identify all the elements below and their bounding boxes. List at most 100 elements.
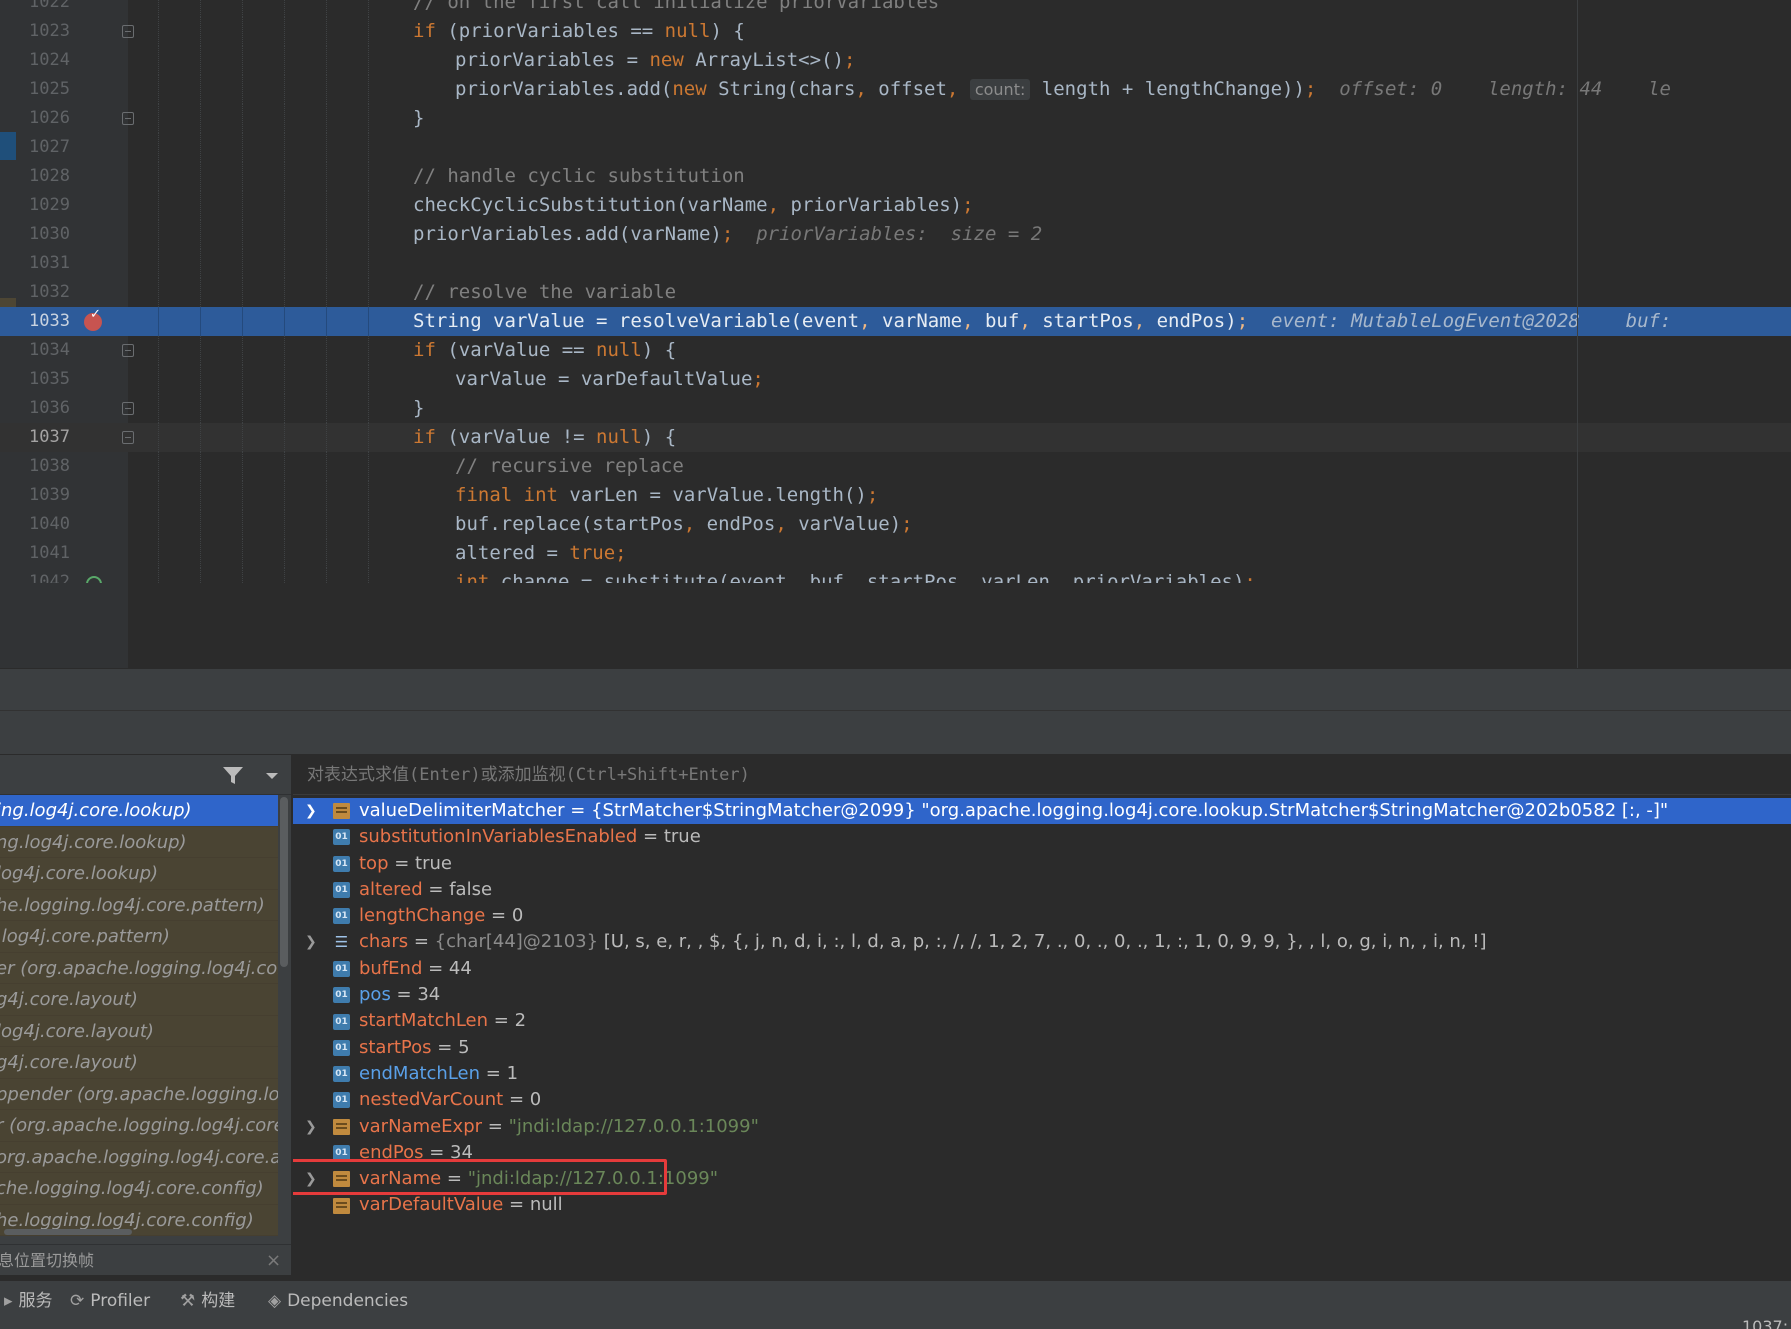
code-line[interactable]: 1023 if (priorVariables == null) { [0, 17, 1791, 46]
variable-row[interactable]: ❯ valueDelimiterMatcher = {StrMatcher$Str… [293, 798, 1791, 825]
code-text[interactable]: if (varValue == null) { [413, 336, 676, 365]
code-text[interactable]: // resolve the variable [413, 278, 676, 307]
code-line[interactable]: 1038 // recursive replace [0, 452, 1791, 481]
code-text[interactable]: if (priorVariables == null) { [413, 17, 745, 46]
panel-splitter[interactable] [0, 668, 1791, 710]
code-line[interactable]: 1039 final int varLen = varValue.length()… [0, 481, 1791, 510]
stack-frame-item[interactable]: ng.log4j.core.lookup) [0, 826, 278, 858]
code-text[interactable]: checkCyclicSubstitution(varName, priorVa… [413, 191, 974, 220]
variable-row[interactable]: 01 bufEnd = 44 [293, 956, 1791, 982]
frames-horizontal-scrollbar[interactable] [0, 1228, 278, 1236]
code-text[interactable]: priorVariables.add(varName); priorVariab… [413, 220, 1042, 249]
stack-frame-item[interactable]: .log4j.core.pattern) [0, 921, 278, 953]
caret-position[interactable]: 1037: [1742, 1317, 1788, 1329]
code-text[interactable]: final int varLen = varValue.length(); [455, 481, 878, 510]
variable-row[interactable]: 01 startMatchLen = 2 [293, 1008, 1791, 1034]
frames-scrollbar[interactable] [278, 795, 290, 1215]
tool-window-build[interactable]: ⚒ 构建 [180, 1281, 235, 1321]
variable-row[interactable]: ❯ varNameExpr = "jndi:ldap://127.0.0.1:10… [293, 1114, 1791, 1140]
code-line[interactable]: 1022 // on the first call initialize prio… [0, 0, 1791, 17]
code-text[interactable]: priorVariables = new ArrayList<>(); [455, 46, 855, 75]
evaluate-expression-input[interactable]: 对表达式求值(Enter)或添加监视(Ctrl+Shift+Enter) [293, 755, 1791, 795]
breakpoint-icon[interactable] [84, 307, 102, 331]
code-text[interactable]: // on the first call initialize priorVar… [413, 0, 939, 17]
code-line[interactable]: 1030 priorVariables.add(varName); priorVa… [0, 220, 1791, 249]
code-text[interactable]: } [413, 104, 424, 133]
code-line[interactable]: 1033 String varValue = resolveVariable(ev… [0, 307, 1791, 336]
code-line[interactable]: 1035 varValue = varDefaultValue; [0, 365, 1791, 394]
code-line[interactable]: 1032 // resolve the variable [0, 278, 1791, 307]
code-line[interactable]: 1037 if (varValue != null) { [0, 423, 1791, 452]
expand-chevron-icon[interactable]: ❯ [305, 798, 319, 824]
stack-frame-item[interactable]: log4j.core.lookup) [0, 858, 278, 890]
code-line[interactable]: 1040 buf.replace(startPos, endPos, varVal… [0, 510, 1791, 539]
code-line[interactable]: 1036} [0, 394, 1791, 423]
variable-row[interactable]: ❯ varName = "jndi:ldap://127.0.0.1:1099" [293, 1166, 1791, 1192]
fold-marker-icon[interactable] [122, 402, 134, 415]
code-text[interactable]: if (varValue != null) { [413, 423, 676, 452]
code-text[interactable]: buf.replace(startPos, endPos, varValue); [455, 510, 913, 539]
code-line[interactable]: 1041 altered = true; [0, 539, 1791, 568]
stack-frame-item[interactable]: g4j.core.layout) [0, 1047, 278, 1079]
close-icon[interactable]: × [266, 1245, 281, 1275]
code-editor[interactable]: 1022 // on the first call initialize prio… [0, 0, 1791, 668]
expand-chevron-icon[interactable]: ❯ [305, 1166, 319, 1192]
variable-row[interactable]: 01 substitutionInVariablesEnabled = true [293, 824, 1791, 850]
stack-frame-item[interactable]: che.logging.log4j.core.config) [0, 1173, 278, 1205]
code-text[interactable]: // recursive replace [455, 452, 684, 481]
code-line[interactable]: 1031 [0, 249, 1791, 278]
primitive-field-icon: 01 [333, 1145, 350, 1161]
stack-frame-item[interactable]: he.logging.log4j.core.pattern) [0, 889, 278, 921]
variable-row[interactable]: 01 top = true [293, 851, 1791, 877]
code-text[interactable]: // handle cyclic substitution [413, 162, 745, 191]
code-line[interactable]: 1028 // handle cyclic substitution [0, 162, 1791, 191]
stack-frame-item[interactable]: ppender (org.apache.logging.log4 [0, 1078, 278, 1110]
primitive-field-icon: 01 [333, 1013, 350, 1030]
variable-name: substitutionInVariablesEnabled [359, 826, 638, 848]
fold-marker-icon[interactable] [122, 25, 134, 38]
code-text[interactable]: int change = substitute(event, buf, star… [455, 568, 1256, 583]
filter-icon[interactable] [220, 763, 246, 787]
variable-row[interactable]: 01 nestedVarCount = 0 [293, 1087, 1791, 1113]
variable-row[interactable]: 01 altered = false [293, 877, 1791, 903]
stack-frame-item[interactable]: g4j.core.layout) [0, 984, 278, 1016]
variable-row[interactable]: 01 lengthChange = 0 [293, 903, 1791, 929]
variable-row[interactable]: varDefaultValue = null [293, 1192, 1791, 1218]
tool-window-profiler[interactable]: ⟳ Profiler [70, 1281, 150, 1321]
expand-chevron-icon[interactable]: ❯ [305, 929, 319, 955]
tool-window-dependencies[interactable]: ◈ Dependencies [268, 1281, 408, 1321]
code-line[interactable]: 1027 [0, 133, 1791, 162]
stack-frame-item[interactable]: log4j.core.layout) [0, 1015, 278, 1047]
code-text[interactable]: varValue = varDefaultValue; [455, 365, 764, 394]
variable-row[interactable]: ❯ ☰ chars = {char[44]@2103} [U, s, e, r, ,… [293, 929, 1791, 955]
code-text[interactable]: altered = true; [455, 539, 627, 568]
variable-text: endPos = 34 [359, 1140, 473, 1166]
code-line[interactable]: 1024 priorVariables = new ArrayList<>(); [0, 46, 1791, 75]
code-line[interactable]: 1025 priorVariables.add(new String(chars,… [0, 75, 1791, 104]
scrollbar-thumb[interactable] [4, 1229, 132, 1235]
indent-guide [326, 75, 327, 104]
code-line[interactable]: 1029 checkCyclicSubstitution(varName, pri… [0, 191, 1791, 220]
stack-frame-item[interactable]: org.apache.logging.log4j.core.appe [0, 1141, 278, 1173]
scrollbar-thumb[interactable] [280, 797, 288, 967]
code-text[interactable]: priorVariables.add(new String(chars, off… [455, 75, 1671, 104]
variable-row[interactable]: 01 pos = 34 [293, 982, 1791, 1008]
code-line[interactable]: 1034 if (varValue == null) { [0, 336, 1791, 365]
chevron-down-icon[interactable] [262, 763, 282, 787]
tool-window-services[interactable]: ▸ 服务 [4, 1281, 53, 1321]
code-text[interactable]: } [413, 394, 424, 423]
stack-frame-item[interactable]: er (org.apache.logging.log4j.core. [0, 952, 278, 984]
stack-frame-item[interactable]: r (org.apache.logging.log4j.core.a [0, 1110, 278, 1142]
code-line[interactable]: 1026} [0, 104, 1791, 133]
stack-frame-item[interactable]: ing.log4j.core.lookup) [0, 795, 278, 827]
variable-row[interactable]: 01 startPos = 5 [293, 1035, 1791, 1061]
code-text[interactable]: String varValue = resolveVariable(event,… [413, 307, 1671, 336]
variable-separator: = [422, 957, 449, 979]
code-line[interactable]: 1042 int change = substitute(event, buf, … [0, 568, 1791, 583]
fold-marker-icon[interactable] [122, 112, 134, 125]
fold-marker-icon[interactable] [122, 344, 134, 357]
expand-chevron-icon[interactable]: ❯ [305, 1114, 319, 1140]
variable-row[interactable]: 01 endPos = 34 [293, 1140, 1791, 1166]
variable-row[interactable]: 01 endMatchLen = 1 [293, 1061, 1791, 1087]
fold-marker-icon[interactable] [122, 431, 134, 444]
